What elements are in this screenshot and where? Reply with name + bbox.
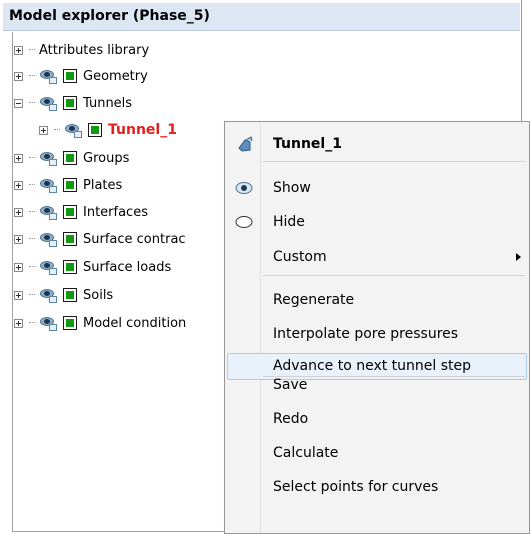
checkbox-checked-icon[interactable] bbox=[88, 123, 102, 137]
submenu-arrow-icon bbox=[516, 253, 521, 261]
expand-icon[interactable] bbox=[14, 290, 23, 300]
menu-header-label: Tunnel_1 bbox=[273, 136, 342, 152]
tree-item-label: Surface loads bbox=[83, 259, 172, 275]
expand-icon[interactable] bbox=[14, 71, 23, 81]
checkbox-checked-icon[interactable] bbox=[63, 178, 77, 192]
visibility-eye-icon[interactable] bbox=[39, 231, 59, 247]
tree-item-label: Model condition bbox=[83, 315, 187, 331]
checkbox-checked-icon[interactable] bbox=[63, 151, 77, 165]
tree-connector bbox=[29, 266, 35, 268]
expand-icon[interactable] bbox=[14, 180, 23, 190]
menu-item-label: Interpolate pore pressures bbox=[273, 326, 459, 342]
expand-icon[interactable] bbox=[14, 318, 23, 328]
tree-item-tunnel-1[interactable]: Tunnel_1 bbox=[39, 120, 177, 140]
tree-connector bbox=[29, 49, 35, 51]
visibility-eye-icon[interactable] bbox=[39, 177, 59, 193]
tree-item-surface-loads[interactable]: Surface loads bbox=[14, 257, 171, 277]
checkbox-checked-icon[interactable] bbox=[63, 69, 77, 83]
visibility-eye-icon[interactable] bbox=[39, 68, 59, 84]
visibility-eye-icon[interactable] bbox=[39, 150, 59, 166]
expand-icon[interactable] bbox=[14, 262, 23, 272]
menu-item-label: Custom bbox=[273, 249, 327, 265]
panel-title: Model explorer (Phase_5) bbox=[9, 8, 210, 24]
menu-item-regenerate[interactable]: Regenerate bbox=[227, 287, 527, 314]
checkbox-checked-icon[interactable] bbox=[63, 96, 77, 110]
tree-connector bbox=[29, 184, 35, 186]
tree-item-soils[interactable]: Soils bbox=[14, 285, 113, 305]
tree-item-label: Attributes library bbox=[39, 42, 150, 58]
expand-icon[interactable] bbox=[14, 234, 23, 244]
menu-item-label: Show bbox=[273, 180, 311, 196]
visibility-eye-icon[interactable] bbox=[64, 122, 84, 138]
checkbox-checked-icon[interactable] bbox=[63, 205, 77, 219]
collapse-icon[interactable] bbox=[14, 98, 23, 108]
visibility-eye-icon[interactable] bbox=[39, 315, 59, 331]
menu-header-tunnel-1[interactable]: Tunnel_1 bbox=[227, 131, 527, 158]
tree-item-label-selected: Tunnel_1 bbox=[108, 122, 177, 138]
tunnel-object-icon bbox=[238, 136, 253, 152]
menu-item-label: Save bbox=[273, 377, 308, 393]
tree-connector bbox=[54, 129, 60, 131]
menu-item-label: Calculate bbox=[273, 445, 339, 461]
tree-item-tunnels[interactable]: Tunnels bbox=[14, 93, 132, 113]
tree-item-model-conditions[interactable]: Model condition bbox=[14, 313, 186, 333]
tree-connector bbox=[29, 157, 35, 159]
tree-item-interfaces[interactable]: Interfaces bbox=[14, 202, 148, 222]
checkbox-checked-icon[interactable] bbox=[63, 288, 77, 302]
tree-item-surface-contraction[interactable]: Surface contrac bbox=[14, 229, 186, 249]
expand-icon[interactable] bbox=[14, 45, 23, 55]
tree-item-label: Surface contrac bbox=[83, 231, 186, 247]
tree-connector bbox=[29, 238, 35, 240]
tree-item-groups[interactable]: Groups bbox=[14, 148, 129, 168]
tree-item-attributes-library[interactable]: Attributes library bbox=[14, 40, 149, 60]
menu-item-interpolate-pore-pressures[interactable]: Interpolate pore pressures bbox=[227, 321, 527, 348]
expand-icon[interactable] bbox=[14, 207, 23, 217]
tree-item-geometry[interactable]: Geometry bbox=[14, 66, 148, 86]
expand-icon[interactable] bbox=[14, 153, 23, 163]
visibility-eye-icon[interactable] bbox=[39, 95, 59, 111]
tree-connector bbox=[29, 294, 35, 296]
menu-item-label: Hide bbox=[273, 214, 305, 230]
menu-item-save[interactable]: Save bbox=[227, 372, 527, 399]
tree-item-label: Plates bbox=[83, 177, 123, 193]
menu-item-label: Redo bbox=[273, 411, 309, 427]
menu-item-show[interactable]: Show bbox=[227, 175, 527, 202]
expand-icon[interactable] bbox=[39, 125, 48, 135]
visibility-eye-icon[interactable] bbox=[39, 287, 59, 303]
tree-item-label: Geometry bbox=[83, 68, 148, 84]
checkbox-checked-icon[interactable] bbox=[63, 232, 77, 246]
menu-item-hide[interactable]: Hide bbox=[227, 209, 527, 236]
panel-title-bar: Model explorer (Phase_5) bbox=[3, 3, 520, 31]
menu-item-custom[interactable]: Custom bbox=[227, 244, 527, 271]
checkbox-checked-icon[interactable] bbox=[63, 260, 77, 274]
menu-separator bbox=[263, 161, 525, 162]
menu-item-label: Select points for curves bbox=[273, 479, 439, 495]
tree-connector bbox=[29, 211, 35, 213]
checkbox-checked-icon[interactable] bbox=[63, 316, 77, 330]
menu-item-redo[interactable]: Redo bbox=[227, 406, 527, 433]
tree-connector bbox=[29, 102, 35, 104]
visibility-eye-icon[interactable] bbox=[39, 259, 59, 275]
menu-item-select-points-for-curves[interactable]: Select points for curves bbox=[227, 474, 527, 501]
tree-connector bbox=[29, 75, 35, 77]
tree-item-plates[interactable]: Plates bbox=[14, 175, 122, 195]
tree-connector bbox=[29, 322, 35, 324]
tree-item-label: Interfaces bbox=[83, 204, 148, 220]
visibility-eye-icon[interactable] bbox=[39, 204, 59, 220]
context-menu: Tunnel_1 Show Hide Custom Regenerate Int… bbox=[224, 121, 530, 534]
menu-item-label: Regenerate bbox=[273, 292, 355, 308]
tree-item-label: Tunnels bbox=[83, 95, 133, 111]
radio-selected-icon bbox=[235, 182, 253, 194]
tree-item-label: Soils bbox=[83, 287, 114, 303]
menu-item-calculate[interactable]: Calculate bbox=[227, 440, 527, 467]
radio-empty-icon bbox=[235, 216, 253, 228]
menu-separator bbox=[263, 275, 525, 276]
tree-item-label: Groups bbox=[83, 150, 130, 166]
